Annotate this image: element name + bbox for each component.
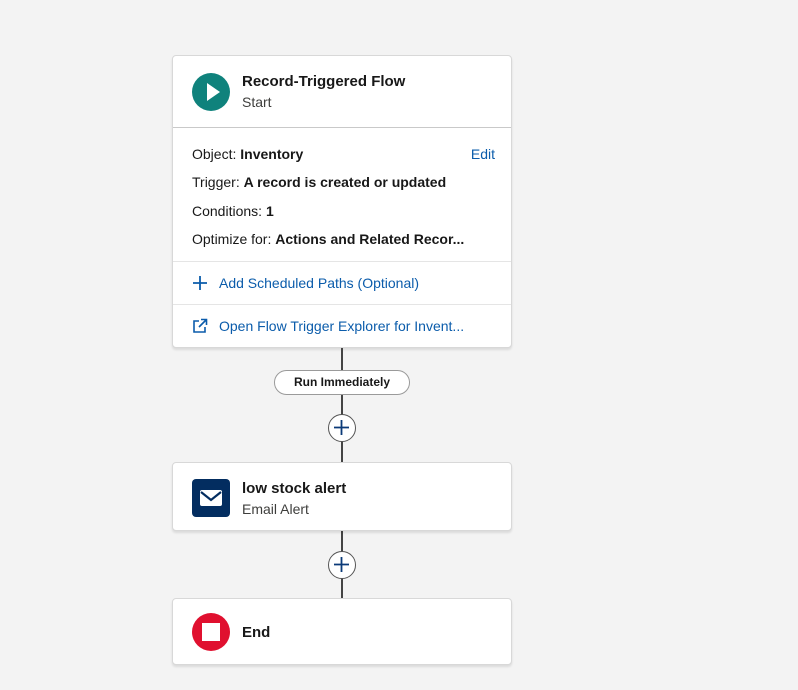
end-title: End [242,624,271,641]
optimize-label: Optimize for: [192,231,272,247]
object-value: Inventory [240,146,304,162]
trigger-value: A record is created or updated [243,174,447,190]
start-card-header: Record-Triggered Flow Start [173,56,511,128]
email-alert-title: low stock alert [242,480,347,497]
optimize-row: Optimize for: Actions and Related Recor.… [192,231,464,247]
open-trigger-explorer-link[interactable]: Open Flow Trigger Explorer for Invent... [173,305,511,349]
start-subtitle: Start [242,94,272,110]
start-title: Record-Triggered Flow [242,73,406,90]
end-element-card[interactable]: End [172,598,512,665]
object-row: Object: Inventory [192,146,303,162]
add-scheduled-paths-link[interactable]: Add Scheduled Paths (Optional) [173,262,511,305]
conditions-row: Conditions: 1 [192,203,274,219]
object-label: Object: [192,146,237,162]
envelope-icon [192,479,230,517]
start-element-card[interactable]: Record-Triggered Flow Start Object: Inve… [172,55,512,348]
plus-icon [334,557,349,572]
external-link-icon [192,318,208,334]
stop-icon [192,613,230,651]
optimize-value: Actions and Related Recor... [275,231,465,247]
add-element-button[interactable] [328,414,356,442]
path-label-run-immediately: Run Immediately [274,370,410,395]
add-scheduled-paths-label: Add Scheduled Paths (Optional) [219,275,420,291]
conditions-value: 1 [265,203,274,219]
open-trigger-explorer-label: Open Flow Trigger Explorer for Invent... [219,318,465,334]
trigger-row: Trigger: A record is created or updated [192,174,446,190]
add-element-button[interactable] [328,551,356,579]
edit-link[interactable]: Edit [471,146,495,162]
start-details: Object: Inventory Edit Trigger: A record… [173,128,511,262]
trigger-label: Trigger: [192,174,240,190]
connector-line [341,348,343,462]
email-alert-subtitle: Email Alert [242,501,309,517]
email-alert-card[interactable]: low stock alert Email Alert [172,462,512,531]
plus-icon [334,420,349,435]
plus-icon [192,275,208,291]
conditions-label: Conditions: [192,203,263,219]
play-icon [192,73,230,111]
